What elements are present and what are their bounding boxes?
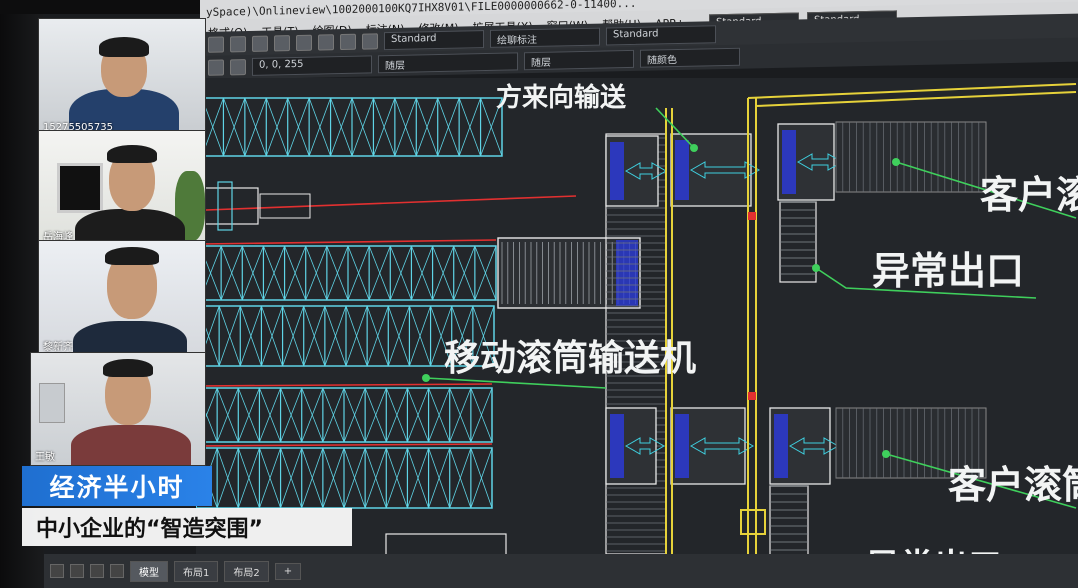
participant-body (71, 425, 191, 465)
color-select[interactable]: 0, 0, 255 (252, 55, 372, 76)
undo-icon[interactable] (230, 36, 246, 53)
text-style-select[interactable]: Standard (384, 30, 484, 51)
prev-layout-icon[interactable] (70, 564, 84, 578)
subtitle-caption: 中小企业的“智造突围” (22, 508, 352, 546)
linetype-select[interactable]: 随层 (378, 52, 518, 74)
red-marker (748, 392, 756, 400)
leader-line (425, 377, 607, 389)
tab-add[interactable]: + (274, 562, 302, 580)
station-blue-block (774, 414, 788, 478)
conveyor-lines (196, 83, 1077, 578)
layer-icon[interactable] (340, 33, 356, 51)
lineweight-select[interactable]: 随层 (524, 49, 634, 71)
rack-row-5 (196, 447, 493, 509)
participant-name: 黎新齐 (43, 342, 73, 353)
cad-drawing: 方来向输送客户滚异常出口移动滚筒输送机客户滚筒异常出口 (196, 82, 1078, 578)
participant-hair (103, 359, 153, 377)
first-layout-icon[interactable] (50, 564, 64, 578)
redo-icon[interactable] (252, 35, 268, 52)
label-customer-conveyor-2: 客户滚筒 (948, 463, 1078, 507)
station-blue-block (675, 414, 689, 478)
yellow-guide-line (755, 91, 1077, 107)
select-icon[interactable] (274, 35, 290, 52)
pan-icon[interactable] (208, 36, 224, 53)
tab-model[interactable]: 模型 (130, 560, 168, 582)
participant-hair (107, 145, 157, 163)
video-tile-4[interactable]: 王敏 (30, 352, 206, 466)
shuttle-lift (217, 181, 233, 231)
red-aisle-line (199, 239, 497, 245)
leader-arrowhead (690, 144, 698, 152)
tab-layout1[interactable]: 布局1 (174, 560, 219, 582)
leader-arrowhead (812, 264, 820, 272)
plot-style-select[interactable]: 随颜色 (640, 47, 740, 68)
station-blue-block (610, 414, 624, 478)
screen-photo: ySpace)\Onlineview\1002000100KQ7IHX8V01\… (0, 0, 1078, 588)
label-customer-conveyor-1: 客户滚 (980, 173, 1078, 217)
properties-icon[interactable] (318, 34, 334, 51)
leader-arrowhead (882, 450, 890, 458)
label-mobile-conveyor: 移动滚筒输送机 (444, 338, 696, 379)
video-tile-3[interactable]: 黎新齐 (38, 240, 206, 356)
rack-row-1 (201, 97, 503, 157)
storage-racks (196, 97, 503, 509)
last-layout-icon[interactable] (110, 564, 124, 578)
yellow-junction (740, 509, 766, 535)
video-tile-2[interactable]: 岳海峰 (38, 130, 206, 246)
red-aisle-line (196, 443, 493, 447)
station-blue-block (675, 140, 689, 200)
participant-name: 王敏 (35, 452, 55, 463)
participant-body (73, 321, 187, 355)
color-ball-icon[interactable] (362, 33, 378, 50)
wall-panel (39, 383, 65, 423)
dim-style-select[interactable]: 绘聊标注 (490, 27, 600, 48)
label-top-fragment: 方来向输送 (496, 82, 626, 113)
shuttle-device (201, 187, 259, 225)
tab-layout2[interactable]: 布局2 (224, 560, 269, 582)
red-aisle-line (197, 383, 493, 387)
station-blue-block (782, 130, 796, 194)
video-tile-1[interactable]: 15275505735 (38, 18, 206, 136)
zoom-icon[interactable] (296, 34, 312, 51)
layer-prev-icon[interactable] (230, 59, 246, 76)
wall-screen (57, 163, 103, 213)
status-bar: 模型 布局1 布局2 + (44, 554, 1078, 588)
table-style-select[interactable]: Standard (606, 25, 716, 46)
leader-arrowhead (422, 374, 430, 382)
rack-row-4 (196, 387, 493, 443)
yellow-guide-line (747, 83, 1077, 99)
next-layout-icon[interactable] (90, 564, 104, 578)
rack-row-2 (199, 245, 497, 301)
drawing-canvas[interactable]: 方来向输送客户滚异常出口移动滚筒输送机客户滚筒异常出口 (196, 78, 1078, 578)
leader-arrowhead (892, 158, 900, 166)
label-abnormal-exit-1: 异常出口 (872, 249, 1024, 293)
layer-state-icon[interactable] (208, 59, 224, 76)
red-marker (748, 212, 756, 220)
program-caption: 经济半小时 (22, 466, 212, 506)
participant-hair (99, 37, 149, 57)
participant-hair (105, 247, 159, 265)
red-aisle-line (205, 195, 577, 211)
station-blue-block (610, 142, 624, 200)
